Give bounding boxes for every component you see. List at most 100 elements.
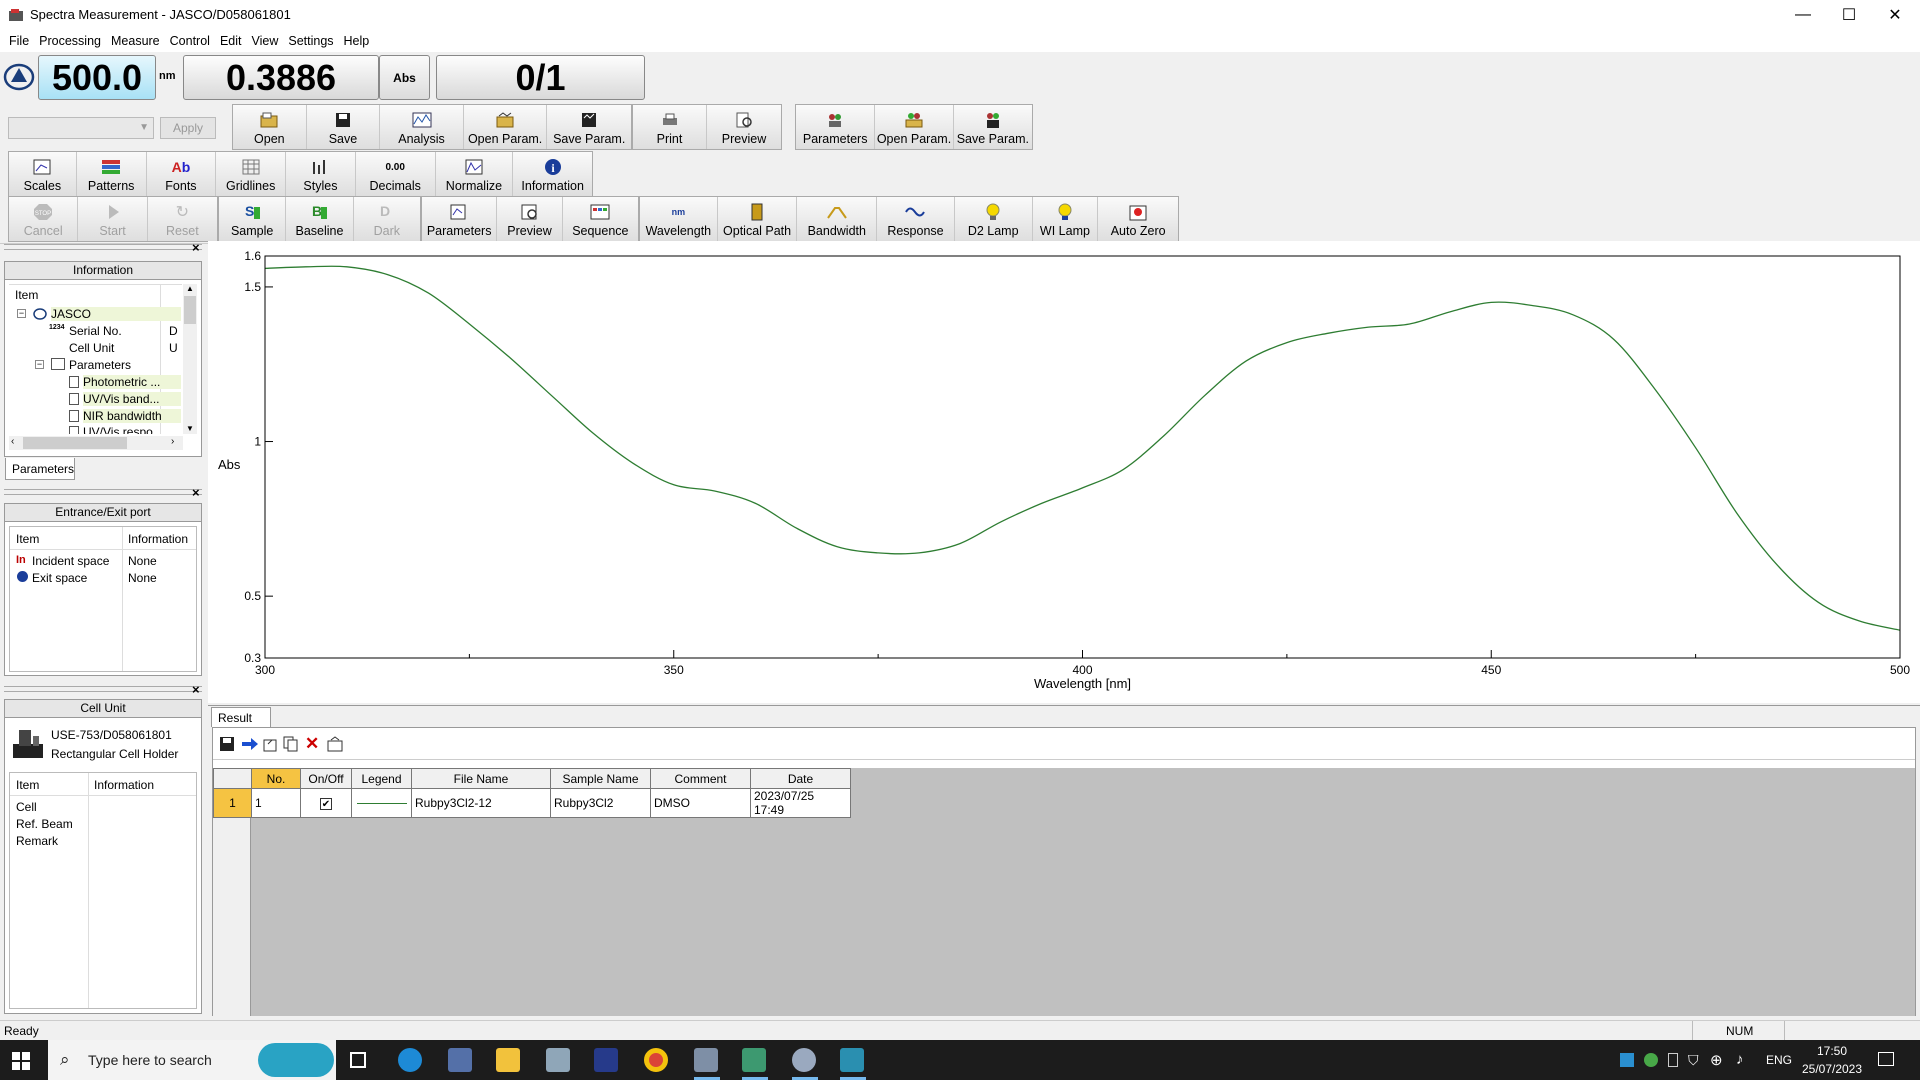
task-view-icon[interactable]	[350, 1052, 366, 1068]
tree-item-cell-unit[interactable]: Cell Unit	[69, 341, 114, 355]
bandwidth-button[interactable]: Bandwidth	[797, 197, 878, 241]
print-preview-button[interactable]: Preview	[707, 105, 781, 149]
cell-filename[interactable]: Rubpy3Cl2-12	[411, 788, 551, 818]
info-panel-close-icon[interactable]: ×	[192, 240, 200, 255]
menu-edit[interactable]: Edit	[215, 34, 247, 48]
column-header-comment[interactable]: Comment	[650, 768, 751, 789]
volume-icon[interactable]: ♪	[1736, 1051, 1744, 1068]
cell-panel-close-icon[interactable]: ×	[192, 682, 200, 697]
menu-measure[interactable]: Measure	[106, 34, 165, 48]
print-button[interactable]: Print	[633, 105, 707, 149]
column-header-sample[interactable]: Sample Name	[550, 768, 651, 789]
menu-settings[interactable]: Settings	[283, 34, 338, 48]
delete-icon[interactable]: ✕	[305, 734, 319, 754]
scroll-down-icon[interactable]: ▼	[186, 424, 194, 433]
clock-date[interactable]: 25/07/2023	[1794, 1062, 1870, 1076]
tree-item-serial[interactable]: Serial No.	[69, 324, 122, 338]
collapse-parameters-icon[interactable]: −	[35, 360, 44, 369]
scroll-left-icon[interactable]: ‹	[11, 436, 14, 447]
styles-button[interactable]: Styles	[286, 152, 356, 196]
information-button[interactable]: i Information	[513, 152, 592, 196]
tree-item-photometric[interactable]: Photometric ...	[83, 375, 181, 389]
cell-date[interactable]: 2023/07/25 17:49	[750, 788, 851, 818]
port-panel-splitter[interactable]	[4, 489, 202, 495]
fonts-button[interactable]: Ab Fonts	[147, 152, 217, 196]
maximize-button[interactable]: ☐	[1826, 0, 1872, 30]
language-indicator[interactable]: ENG	[1766, 1053, 1792, 1067]
scales-button[interactable]: Scales	[9, 152, 77, 196]
scroll-thumb[interactable]	[184, 296, 196, 324]
baseline-button[interactable]: B Baseline	[286, 197, 354, 241]
menu-control[interactable]: Control	[165, 34, 215, 48]
scroll-thumb[interactable]	[23, 437, 127, 449]
patterns-button[interactable]: Patterns	[77, 152, 147, 196]
horizontal-scrollbar[interactable]: ‹ ›	[9, 436, 183, 450]
menu-processing[interactable]: Processing	[34, 34, 106, 48]
start-button[interactable]: Start	[78, 197, 148, 241]
port-panel-close-icon[interactable]: ×	[192, 485, 200, 500]
edge-icon[interactable]	[398, 1048, 422, 1072]
analysis-button[interactable]: Analysis	[380, 105, 464, 149]
tree-item-parameters[interactable]: Parameters	[69, 358, 131, 372]
spectra-analysis-icon[interactable]	[840, 1048, 864, 1072]
properties-icon[interactable]	[327, 736, 343, 752]
open-param2-button[interactable]: Open Param.	[875, 105, 954, 149]
save-icon[interactable]	[219, 736, 235, 752]
clock-time[interactable]: 17:50	[1802, 1044, 1862, 1058]
channel-select[interactable]: ▼	[8, 117, 154, 139]
sample-button[interactable]: S Sample	[219, 197, 287, 241]
tray-security-icon[interactable]	[1644, 1053, 1658, 1067]
d2-lamp-button[interactable]: D2 Lamp	[955, 197, 1033, 241]
minimize-button[interactable]: —	[1780, 0, 1826, 30]
decimals-button[interactable]: 0.00 Decimals	[356, 152, 436, 196]
tree-item-nir-bandwidth[interactable]: NIR bandwidth	[83, 409, 181, 423]
sequence-button[interactable]: Sequence	[563, 197, 638, 241]
onoff-checkbox[interactable]: ✔	[300, 788, 352, 818]
wi-lamp-button[interactable]: WI Lamp	[1033, 197, 1099, 241]
network-app-icon[interactable]	[546, 1048, 570, 1072]
column-header-no[interactable]: No.	[251, 768, 301, 789]
notifications-icon[interactable]	[1878, 1052, 1894, 1066]
column-header-date[interactable]: Date	[750, 768, 851, 789]
collapse-jasco-icon[interactable]: −	[17, 309, 26, 318]
save-param-button[interactable]: Save Param.	[547, 105, 631, 149]
close-button[interactable]: ✕	[1872, 0, 1918, 30]
table-row[interactable]: 1 1 ✔ Rubpy3Cl2-12 Rubpy3Cl2 DMSO 2023/0…	[213, 788, 851, 818]
tree-item-uvvis-response[interactable]: UV/Vis respo...	[83, 425, 163, 434]
menu-file[interactable]: File	[4, 34, 34, 48]
jasco-app-icon[interactable]	[694, 1048, 718, 1072]
scroll-right-icon[interactable]: ›	[171, 436, 174, 447]
column-header-filename[interactable]: File Name	[411, 768, 551, 789]
vertical-scrollbar[interactable]: ▲ ▼	[183, 284, 197, 434]
usb-icon[interactable]	[1668, 1053, 1678, 1067]
measurement-app-icon[interactable]	[792, 1048, 816, 1072]
wavelength-button[interactable]: nm Wavelength	[640, 197, 718, 241]
taskbar-search-box[interactable]: ⌕ Type here to search	[48, 1040, 336, 1080]
network-icon[interactable]: ⊕	[1710, 1051, 1723, 1069]
measure-preview-button[interactable]: Preview	[497, 197, 563, 241]
reset-button[interactable]: ↻ Reset	[148, 197, 217, 241]
open-param-button[interactable]: Open Param.	[464, 105, 548, 149]
defender-icon[interactable]: ⛉	[1688, 1052, 1699, 1069]
apply-button[interactable]: Apply	[160, 117, 216, 139]
scroll-up-icon[interactable]: ▲	[186, 284, 194, 293]
save-param2-button[interactable]: Save Param.	[954, 105, 1032, 149]
copy-icon[interactable]	[283, 736, 299, 752]
gridlines-button[interactable]: Gridlines	[216, 152, 287, 196]
checkbox-checked-icon[interactable]: ✔	[320, 798, 332, 810]
optical-path-button[interactable]: Optical Path	[718, 197, 798, 241]
windows-start-icon[interactable]	[12, 1052, 30, 1070]
tree-item-jasco[interactable]: JASCO	[51, 307, 181, 321]
column-header-onoff[interactable]: On/Off	[300, 768, 352, 789]
tray-app-icon[interactable]	[1620, 1053, 1634, 1067]
cancel-button[interactable]: STOP Cancel	[9, 197, 79, 241]
open-button[interactable]: Open	[233, 105, 307, 149]
measure-parameters-button[interactable]: Parameters	[422, 197, 498, 241]
tab-result-list[interactable]: Result List	[211, 707, 271, 739]
arrow-right-icon[interactable]	[241, 736, 259, 752]
chrome-icon[interactable]	[644, 1048, 668, 1072]
save-button[interactable]: Save	[307, 105, 381, 149]
menu-view[interactable]: View	[246, 34, 283, 48]
export-icon[interactable]	[263, 736, 279, 752]
column-header-legend[interactable]: Legend	[351, 768, 412, 789]
